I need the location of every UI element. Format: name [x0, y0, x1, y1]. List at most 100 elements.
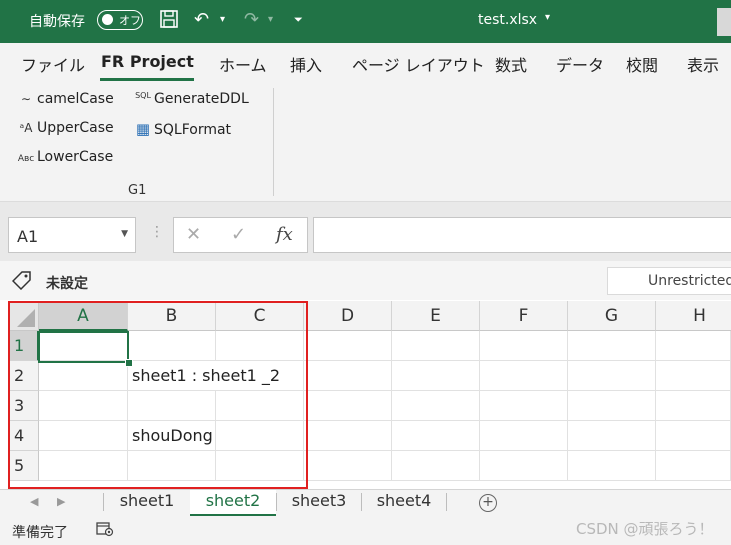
watermark-text: CSDN @頑張ろう！: [576, 520, 714, 538]
sensitivity-label[interactable]: 未設定: [46, 273, 88, 293]
upper-case-icon: ᵃA: [19, 121, 33, 135]
add-sheet-icon[interactable]: +: [479, 494, 497, 512]
cell-d4[interactable]: [304, 421, 392, 451]
cell-h5[interactable]: [656, 451, 731, 481]
sql-format-button[interactable]: ▦ SQLFormat: [132, 120, 231, 138]
cell-h3[interactable]: [656, 391, 731, 421]
autosave-toggle[interactable]: オフ: [97, 10, 143, 30]
cell-h4[interactable]: [656, 421, 731, 451]
redo-dropdown-icon[interactable]: ▾: [268, 8, 273, 32]
cell-e2[interactable]: [392, 361, 480, 391]
sql-icon: SQL: [135, 91, 151, 100]
cell-g3[interactable]: [568, 391, 656, 421]
enter-icon[interactable]: ✓: [231, 224, 246, 245]
cell-f2[interactable]: [480, 361, 568, 391]
sheet-tab-sheet4[interactable]: sheet4: [362, 490, 446, 514]
insert-function-icon[interactable]: fx: [276, 224, 293, 245]
lowercase-button[interactable]: Aʙᴄ LowerCase: [15, 149, 113, 165]
cell-h1[interactable]: [656, 331, 731, 361]
cell-g1[interactable]: [568, 331, 656, 361]
cell-f3[interactable]: [480, 391, 568, 421]
autosave-label: 自動保存: [29, 14, 85, 30]
tab-insert[interactable]: 挿入: [290, 52, 322, 76]
ribbon-panel: ∼ camelCase ᵃA UpperCase Aʙᴄ LowerCase SQL G…: [0, 83, 731, 202]
undo-dropdown-icon[interactable]: ▾: [220, 8, 225, 32]
generate-ddl-button[interactable]: SQL GenerateDDL: [132, 91, 249, 107]
highlight-box: [8, 301, 308, 489]
cell-g4[interactable]: [568, 421, 656, 451]
sensitivity-bar: 未設定 Unrestricted: [0, 261, 731, 300]
column-header-d[interactable]: D: [304, 301, 392, 331]
prev-sheet-icon[interactable]: ◀: [30, 495, 38, 508]
status-text: 準備完了: [12, 525, 68, 541]
cell-e4[interactable]: [392, 421, 480, 451]
cell-d1[interactable]: [304, 331, 392, 361]
uppercase-label: UpperCase: [37, 120, 114, 136]
cell-g5[interactable]: [568, 451, 656, 481]
column-header-f[interactable]: F: [480, 301, 568, 331]
cell-g2[interactable]: [568, 361, 656, 391]
save-icon[interactable]: [158, 8, 180, 37]
name-box-dropdown-icon[interactable]: ▼: [121, 229, 128, 239]
next-sheet-icon[interactable]: ▶: [57, 495, 65, 508]
title-bar: 自動保存 オフ ↶ ▾ ↷ ▾ ⏷ test.xlsx ▾: [0, 0, 731, 43]
cell-f5[interactable]: [480, 451, 568, 481]
cell-h2[interactable]: [656, 361, 731, 391]
cell-d3[interactable]: [304, 391, 392, 421]
restriction-box[interactable]: Unrestricted: [607, 267, 731, 295]
formula-bar: A1 ▼ ⋮ ✕ ✓ fx: [0, 214, 731, 261]
camelcase-label: camelCase: [37, 91, 114, 107]
cell-d5[interactable]: [304, 451, 392, 481]
cell-f1[interactable]: [480, 331, 568, 361]
file-name[interactable]: test.xlsx: [478, 12, 537, 28]
cancel-icon[interactable]: ✕: [186, 224, 201, 245]
tab-formulas[interactable]: 数式: [495, 52, 527, 76]
column-header-g[interactable]: G: [568, 301, 656, 331]
tab-data[interactable]: データ: [556, 52, 604, 76]
redo-icon[interactable]: ↷: [244, 8, 259, 32]
group-separator: [273, 88, 274, 196]
search-box-edge[interactable]: [717, 8, 731, 36]
cell-d2[interactable]: [304, 361, 392, 391]
camel-case-icon: ∼: [20, 92, 32, 106]
group-label: G1: [128, 183, 147, 198]
tab-review[interactable]: 校閲: [626, 52, 658, 76]
lower-case-icon: Aʙᴄ: [17, 154, 35, 164]
sheet-tab-sheet2[interactable]: sheet2: [190, 490, 276, 516]
sheet-tab-bar: ◀ ▶ sheet1 sheet2 sheet3 sheet4 +: [0, 489, 731, 517]
tab-view[interactable]: 表示: [687, 52, 719, 76]
column-header-e[interactable]: E: [392, 301, 480, 331]
tab-fr-project[interactable]: FR Project: [101, 52, 194, 71]
sheet-tab-sheet1[interactable]: sheet1: [104, 490, 190, 514]
tab-home[interactable]: ホーム: [219, 52, 267, 76]
formula-bar-grip-icon[interactable]: ⋮: [150, 224, 164, 240]
tab-file[interactable]: ファイル: [21, 52, 85, 76]
name-box-value: A1: [17, 227, 39, 246]
cell-f4[interactable]: [480, 421, 568, 451]
ribbon-gap: [0, 202, 731, 214]
name-box[interactable]: A1 ▼: [8, 217, 136, 253]
filename-dropdown-icon[interactable]: ▾: [545, 12, 550, 23]
camelcase-button[interactable]: ∼ camelCase: [15, 91, 114, 107]
status-bar: 準備完了 CSDN @頑張ろう！: [0, 516, 731, 545]
formula-buttons: ✕ ✓ fx: [173, 217, 308, 253]
formula-input[interactable]: [313, 217, 731, 253]
tab-page-layout[interactable]: ページ レイアウト: [352, 52, 485, 76]
tab-separator: [446, 493, 447, 511]
column-header-h[interactable]: H: [656, 301, 731, 331]
cell-e5[interactable]: [392, 451, 480, 481]
toggle-state: オフ: [119, 14, 141, 27]
uppercase-button[interactable]: ᵃA UpperCase: [15, 120, 114, 136]
sql-format-label: SQLFormat: [154, 122, 232, 138]
customize-toolbar-icon[interactable]: ⏷: [294, 8, 303, 32]
accessibility-icon[interactable]: [96, 521, 114, 541]
tag-icon[interactable]: [11, 270, 32, 295]
sheet-tab-sheet3[interactable]: sheet3: [277, 490, 361, 514]
generate-ddl-label: GenerateDDL: [154, 91, 249, 107]
cell-e1[interactable]: [392, 331, 480, 361]
toggle-knob: [102, 14, 113, 25]
ribbon-tabs: ファイル FR Project ホーム 挿入 ページ レイアウト 数式 データ …: [0, 43, 731, 83]
cell-e3[interactable]: [392, 391, 480, 421]
undo-icon[interactable]: ↶: [194, 8, 209, 32]
active-tab-indicator: [100, 78, 194, 81]
